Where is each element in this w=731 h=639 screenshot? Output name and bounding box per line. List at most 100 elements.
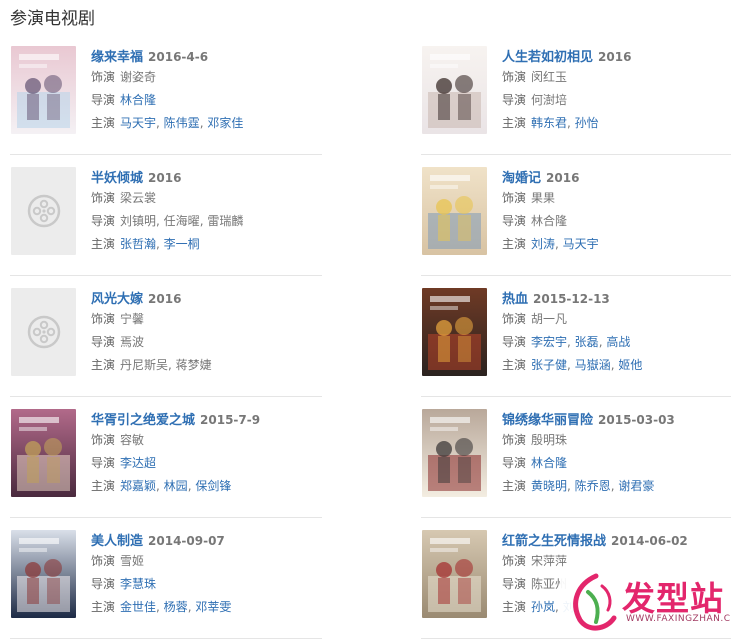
role-line: 饰演 宁馨 bbox=[91, 308, 311, 331]
cast-name: 丹尼斯吴 bbox=[120, 358, 169, 372]
air-date: 2015-7-9 bbox=[200, 413, 261, 427]
director-label: 导演 bbox=[91, 577, 116, 591]
director-label: 导演 bbox=[502, 335, 527, 349]
role-line: 饰演 果果 bbox=[502, 187, 722, 210]
drama-card: 人生若如初相见 2016 饰演 闵红玉 导演 何澍培 主演 韩东君, 孙怡 bbox=[422, 46, 722, 142]
cast-name[interactable]: 陈乔恩 bbox=[575, 479, 611, 493]
drama-info: 淘婚记 2016 饰演 果果 导演 林合隆 主演 刘涛, 马天宇 bbox=[502, 167, 722, 256]
drama-title-link[interactable]: 半妖倾城 bbox=[91, 171, 143, 186]
poster-image[interactable] bbox=[422, 167, 487, 255]
title-line: 热血 2015-12-13 bbox=[502, 288, 722, 308]
cast-name[interactable]: 陈伟霆 bbox=[164, 116, 200, 130]
cast-name[interactable]: 保剑锋 bbox=[195, 479, 231, 493]
director-name[interactable]: 李宏宇 bbox=[531, 335, 567, 349]
director-label: 导演 bbox=[91, 93, 116, 107]
cast-name[interactable]: 郑嘉颖 bbox=[120, 479, 156, 493]
drama-card: 华胥引之绝爱之城 2015-7-9 饰演 容敏 导演 李达超 主演 郑嘉颖, 林园, 保… bbox=[11, 409, 311, 505]
poster-image[interactable] bbox=[11, 46, 76, 134]
poster-image[interactable] bbox=[422, 46, 487, 134]
cast-name[interactable]: 孙岚 bbox=[531, 600, 555, 614]
drama-title-link[interactable]: 风光大嫁 bbox=[91, 292, 143, 307]
cast-name[interactable]: 张子健 bbox=[531, 358, 567, 372]
poster-image[interactable] bbox=[11, 409, 76, 497]
drama-title-link[interactable]: 华胥引之绝爱之城 bbox=[91, 413, 195, 428]
cast-label: 主演 bbox=[502, 600, 527, 614]
cast-name[interactable]: 黄晓明 bbox=[531, 479, 567, 493]
cast-name[interactable]: 张哲瀚 bbox=[120, 237, 156, 251]
director-line: 导演 林合隆 bbox=[502, 210, 722, 233]
director-line: 导演 林合隆 bbox=[502, 452, 722, 475]
cast-name[interactable]: 马天宇 bbox=[120, 116, 156, 130]
cast-label: 主演 bbox=[91, 358, 116, 372]
role-name: 果果 bbox=[531, 191, 556, 205]
role-line: 饰演 梁云裳 bbox=[91, 187, 311, 210]
role-line: 饰演 殷明珠 bbox=[502, 429, 722, 452]
director-name[interactable]: 高战 bbox=[606, 335, 630, 349]
drama-title-link[interactable]: 美人制造 bbox=[91, 534, 143, 549]
drama-card: 热血 2015-12-13 饰演 胡一凡 导演 李宏宇, 张磊, 高战 主演 张子健, … bbox=[422, 288, 722, 384]
drama-title-link[interactable]: 热血 bbox=[502, 292, 528, 307]
role-label: 饰演 bbox=[91, 191, 116, 205]
cast-name: 蒋梦婕 bbox=[175, 358, 212, 372]
air-date: 2015-03-03 bbox=[598, 413, 675, 427]
director-line: 导演 何澍培 bbox=[502, 89, 722, 112]
film-reel-icon bbox=[27, 194, 61, 228]
director-name[interactable]: 林合隆 bbox=[531, 456, 567, 470]
role-name: 谢姿奇 bbox=[120, 70, 157, 84]
drama-info: 华胥引之绝爱之城 2015-7-9 饰演 容敏 导演 李达超 主演 郑嘉颖, 林园, 保… bbox=[91, 409, 311, 498]
title-line: 半妖倾城 2016 bbox=[91, 167, 311, 187]
cast-name[interactable]: 金世佳 bbox=[120, 600, 156, 614]
cast-line: 主演 刘涛, 马天宇 bbox=[502, 237, 599, 251]
role-label: 饰演 bbox=[91, 554, 116, 568]
director-name[interactable]: 李慧珠 bbox=[120, 577, 156, 591]
role-name: 胡一凡 bbox=[531, 312, 568, 326]
drama-info: 人生若如初相见 2016 饰演 闵红玉 导演 何澍培 主演 韩东君, 孙怡 bbox=[502, 46, 722, 135]
title-line: 华胥引之绝爱之城 2015-7-9 bbox=[91, 409, 311, 429]
poster-image[interactable] bbox=[422, 409, 487, 497]
cast-name[interactable]: 邓莘雯 bbox=[195, 600, 231, 614]
cast-line: 主演 丹尼斯吴, 蒋梦婕 bbox=[91, 358, 212, 372]
role-label: 饰演 bbox=[91, 70, 116, 84]
role-label: 饰演 bbox=[91, 312, 116, 326]
cast-name[interactable]: 杨蓉 bbox=[164, 600, 188, 614]
work-row: 华胥引之绝爱之城 2015-7-9 饰演 容敏 导演 李达超 主演 郑嘉颖, 林园, 保… bbox=[0, 397, 731, 518]
drama-title-link[interactable]: 锦绣缘华丽冒险 bbox=[502, 413, 593, 428]
drama-title-link[interactable]: 红箭之生死情报战 bbox=[502, 534, 606, 549]
cast-name[interactable]: 孙怡 bbox=[575, 116, 599, 130]
cast-name[interactable]: 邓家佳 bbox=[207, 116, 243, 130]
cast-name[interactable]: 马嶽涵 bbox=[575, 358, 611, 372]
poster-image[interactable] bbox=[422, 288, 487, 376]
director-name[interactable]: 张磊 bbox=[575, 335, 599, 349]
drama-title-link[interactable]: 缘来幸福 bbox=[91, 50, 143, 65]
title-line: 人生若如初相见 2016 bbox=[502, 46, 722, 66]
role-name: 闵红玉 bbox=[531, 70, 568, 84]
poster-image[interactable] bbox=[422, 530, 487, 618]
cast-name[interactable]: 谢君豪 bbox=[618, 479, 654, 493]
poster-image[interactable] bbox=[11, 530, 76, 618]
role-line: 饰演 雪姬 bbox=[91, 550, 311, 573]
director-label: 导演 bbox=[91, 214, 116, 228]
cast-name[interactable]: 马天宇 bbox=[563, 237, 599, 251]
director-name[interactable]: 李达超 bbox=[120, 456, 156, 470]
drama-card: 半妖倾城 2016 饰演 梁云裳 导演 刘镇明, 任海曜, 雷瑞麟 主演 张哲瀚, 李一… bbox=[11, 167, 311, 263]
cast-name[interactable]: 刘涛 bbox=[531, 237, 555, 251]
drama-title-link[interactable]: 人生若如初相见 bbox=[502, 50, 593, 65]
role-name: 殷明珠 bbox=[531, 433, 568, 447]
drama-title-link[interactable]: 淘婚记 bbox=[502, 171, 541, 186]
cast-name[interactable]: 林园 bbox=[164, 479, 188, 493]
cast-name[interactable]: 李一桐 bbox=[164, 237, 200, 251]
cast-name[interactable]: 姬他 bbox=[618, 358, 642, 372]
role-name: 宋萍萍 bbox=[531, 554, 568, 568]
role-line: 饰演 闵红玉 bbox=[502, 66, 722, 89]
poster-placeholder[interactable] bbox=[11, 288, 76, 376]
director-label: 导演 bbox=[502, 214, 527, 228]
air-date: 2016 bbox=[546, 171, 580, 185]
role-label: 饰演 bbox=[502, 191, 527, 205]
drama-card: 缘来幸福 2016-4-6 饰演 谢姿奇 导演 林合隆 主演 马天宇, 陈伟霆, 邓家佳 bbox=[11, 46, 311, 142]
drama-card: 风光大嫁 2016 饰演 宁馨 导演 焉波 主演 丹尼斯吴, 蒋梦婕 bbox=[11, 288, 311, 384]
director-name: 焉波 bbox=[120, 335, 145, 349]
director-name[interactable]: 林合隆 bbox=[120, 93, 156, 107]
cast-label: 主演 bbox=[91, 600, 116, 614]
cast-name[interactable]: 韩东君 bbox=[531, 116, 567, 130]
poster-placeholder[interactable] bbox=[11, 167, 76, 255]
